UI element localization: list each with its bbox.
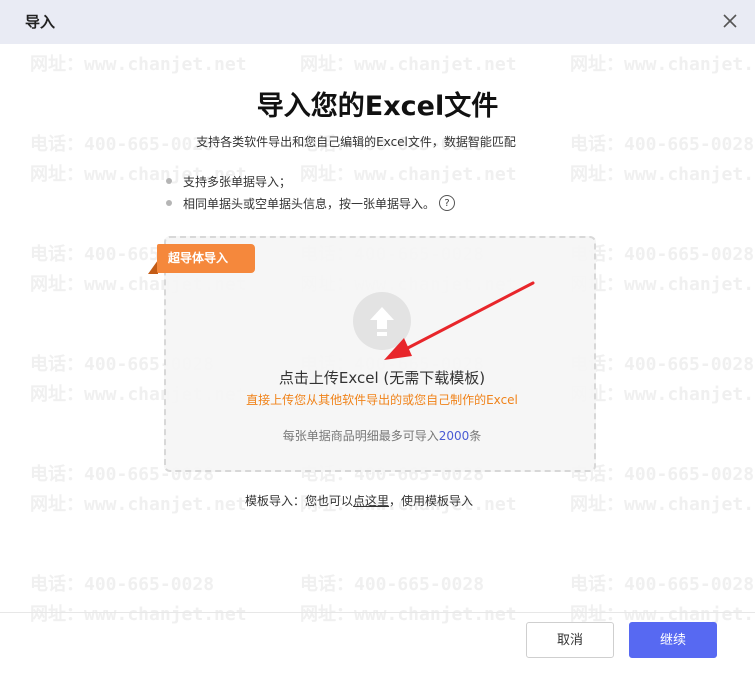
watermark-phone: 电话：400-665-0028 [570, 244, 755, 265]
limit-number: 2000 [438, 429, 470, 443]
list-item-text: 相同单据头或空单据头信息，按一张单据导入。 [183, 196, 436, 211]
limit-suffix: 条 [469, 429, 482, 443]
template-link[interactable]: 点这里 [353, 494, 389, 508]
watermark-phone: 电话：400-665-0028 [570, 574, 755, 595]
watermark-phone: 电话：400-665-0028 [30, 574, 215, 595]
dialog-title: 导入 [25, 13, 56, 31]
watermark-site: 网址：www.chanjet.net [570, 494, 755, 515]
template-prefix: 模板导入：您也可以 [245, 494, 354, 508]
upload-hint-text: 直接上传您从其他软件导出的或您自己制作的Excel [246, 393, 518, 407]
badge-label: 超导体导入 [157, 244, 255, 273]
cancel-button[interactable]: 取消 [526, 622, 614, 658]
continue-button[interactable]: 继续 [629, 622, 717, 658]
watermark-site: 网址：www.chanjet.net [570, 274, 755, 295]
dialog-header: 导入 [0, 0, 755, 44]
question-circle-icon[interactable]: ? [439, 195, 456, 211]
watermark-site: 网址：www.chanjet.net [570, 54, 755, 75]
list-item: 相同单据头或空单据头信息，按一张单据导入。 ? [166, 192, 456, 214]
list-item: 支持多张单据导入； [166, 170, 455, 192]
template-suffix: ，使用模板导入 [389, 494, 474, 508]
upload-main-text: 点击上传Excel (无需下载模板) [278, 369, 486, 387]
upload-arrow-glyph [370, 307, 394, 336]
watermark-phone: 电话：400-665-0028 [570, 464, 755, 485]
close-icon [723, 14, 737, 28]
page-title: 导入您的Excel文件 [256, 91, 499, 122]
watermark-site: 网址：www.chanjet.net [30, 604, 247, 625]
watermark-site: 网址：www.chanjet.net [570, 164, 755, 185]
close-button[interactable] [719, 10, 741, 32]
watermark-site: 网址：www.chanjet.net [30, 54, 247, 75]
watermark-site: 网址：www.chanjet.net [300, 54, 517, 75]
feature-list: 支持多张单据导入； 相同单据头或空单据头信息，按一张单据导入。 ? [166, 170, 456, 214]
page-subtitle: 支持各类软件导出和您自己编辑的Excel文件，数据智能匹配 [196, 135, 516, 149]
upload-arrow-icon[interactable] [353, 292, 411, 350]
limit-prefix: 每张单据商品明细最多可导入 [282, 429, 439, 443]
footer-divider [0, 612, 755, 613]
template-import-line: 模板导入：您也可以点这里，使用模板导入 [245, 492, 473, 509]
bullet-dot [166, 200, 172, 206]
bullet-dot [166, 178, 172, 184]
list-item-text: 支持多张单据导入； [183, 174, 292, 189]
watermark-site: 网址：www.chanjet.net [300, 604, 517, 625]
watermark-phone: 电话：400-665-0028 [300, 574, 485, 595]
upload-limit-text: 每张单据商品明细最多可导入2000条 [166, 427, 598, 444]
watermark-site: 网址：www.chanjet.net [30, 494, 247, 515]
